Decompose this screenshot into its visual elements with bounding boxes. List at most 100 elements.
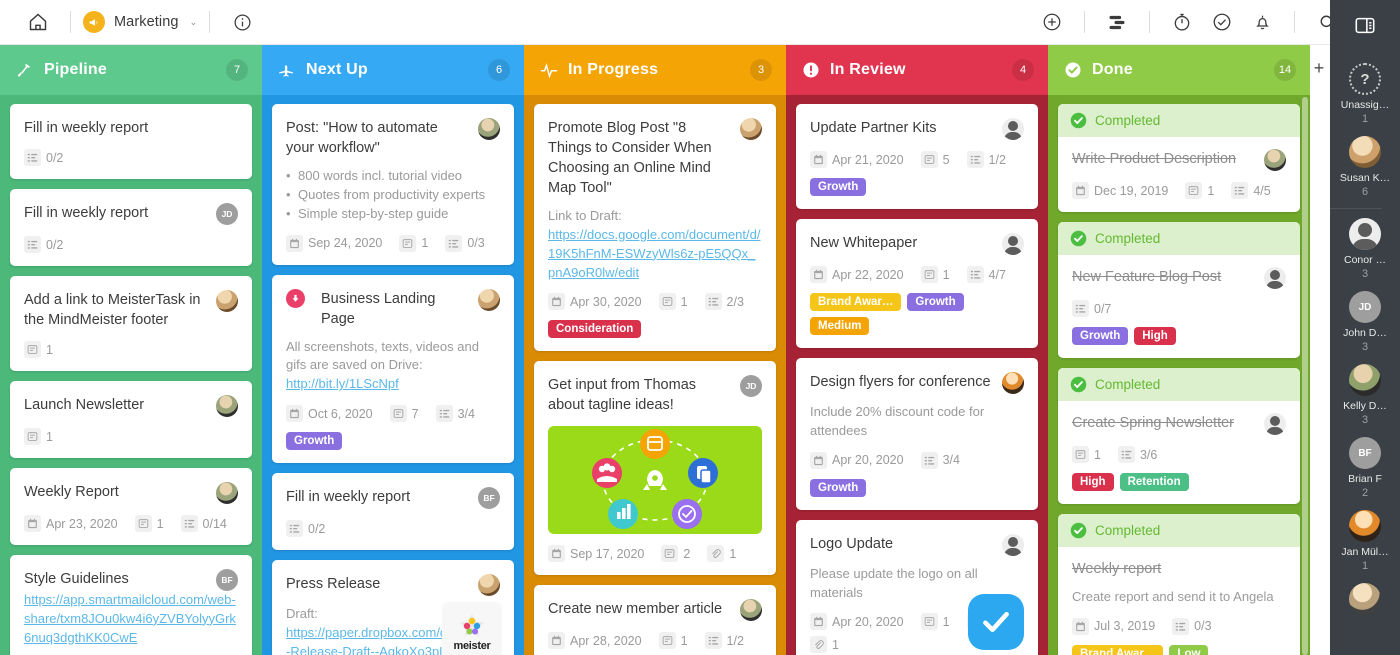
task-card[interactable]: Logo Update Please update the logo on all…: [796, 519, 1038, 655]
task-card[interactable]: Completed New Feature Blog Post 0/7 Growth H…: [1058, 222, 1300, 358]
member-avatar[interactable]: BF: [1349, 437, 1381, 469]
task-card[interactable]: Fill in weekly report 0/2: [10, 104, 252, 179]
task-card[interactable]: Weekly Report Apr 23, 2020 1 0/14: [10, 468, 252, 545]
avatar[interactable]: [1002, 118, 1024, 140]
task-card[interactable]: Fill in weekly report JD 0/2: [10, 189, 252, 266]
avatar[interactable]: [216, 395, 238, 417]
task-card[interactable]: Post: "How to automate your workflow" 800…: [272, 104, 514, 265]
card-tag[interactable]: Consideration: [548, 320, 642, 339]
avatar[interactable]: [216, 482, 238, 504]
task-card[interactable]: Design flyers for conference Include 20% …: [796, 358, 1038, 510]
card-title: Add a link to MeisterTask in the MindMei…: [24, 292, 201, 328]
avatar[interactable]: [740, 599, 762, 622]
column-header[interactable]: In Progress 3: [524, 45, 786, 95]
avatar[interactable]: [1264, 149, 1286, 171]
meister-logo-attachment[interactable]: meister: [442, 602, 502, 655]
card-tag[interactable]: Medium: [810, 317, 870, 335]
member-avatar[interactable]: [1349, 583, 1381, 615]
task-card[interactable]: Add a link to MeisterTask in the MindMei…: [10, 276, 252, 371]
filter-button[interactable]: [1097, 0, 1137, 45]
sidebar-toggle-button[interactable]: [1330, 0, 1400, 50]
card-tag[interactable]: Growth: [1072, 327, 1129, 345]
member-avatar[interactable]: [1349, 364, 1381, 396]
task-card[interactable]: Completed Create Spring Newsletter 1 3/6 Hig…: [1058, 368, 1300, 504]
avatar[interactable]: [1002, 372, 1024, 394]
chevron-down-icon[interactable]: ⌄: [190, 17, 198, 28]
task-card[interactable]: Press Release Draft: https://paper.dropbox…: [272, 560, 514, 655]
avatar[interactable]: [1002, 533, 1024, 556]
task-card[interactable]: Completed Weekly report Create report and …: [1058, 514, 1300, 655]
add-button[interactable]: [1032, 0, 1072, 45]
task-card[interactable]: Completed Write Product Description Dec 19…: [1058, 104, 1300, 212]
avatar[interactable]: [740, 118, 762, 140]
member-item[interactable]: BF Brian F 2: [1330, 430, 1400, 503]
project-selector[interactable]: Marketing ⌄: [83, 11, 197, 33]
notifications-button[interactable]: [1242, 0, 1282, 45]
card-tag[interactable]: Growth: [286, 432, 343, 451]
avatar[interactable]: [1002, 233, 1024, 255]
task-card[interactable]: Launch Newsletter 1: [10, 381, 252, 458]
column-header[interactable]: Next Up 6: [262, 45, 524, 95]
avatar[interactable]: [478, 118, 500, 140]
member-avatar[interactable]: [1349, 218, 1381, 250]
meta-value: 1: [942, 614, 950, 629]
column-header[interactable]: In Review 4: [786, 45, 1048, 95]
meta-value: 0/3: [467, 236, 485, 251]
meta-comment: 2: [661, 545, 690, 563]
member-item[interactable]: Conor … 3: [1330, 211, 1400, 284]
avatar[interactable]: BF: [216, 569, 238, 591]
checklist-icon: [704, 293, 722, 311]
column-header[interactable]: Done 14: [1048, 45, 1310, 95]
add-column-button[interactable]: +: [1308, 58, 1330, 79]
avatar[interactable]: BF: [478, 487, 500, 510]
task-card[interactable]: New Whitepaper Apr 22, 2020 1 4/7 Brand Awar…: [796, 219, 1038, 348]
card-tag[interactable]: Growth: [810, 478, 867, 497]
card-tag[interactable]: High: [1072, 473, 1114, 491]
task-card[interactable]: Promote Blog Post "8 Things to Consider …: [534, 104, 776, 352]
task-card[interactable]: Style Guidelines BF https://app.smartmailc…: [10, 555, 252, 655]
home-button[interactable]: [18, 0, 58, 45]
member-item[interactable]: Susan K… 6: [1330, 129, 1400, 202]
member-avatar[interactable]: ?: [1349, 63, 1381, 95]
member-item[interactable]: Kelly D… 3: [1330, 357, 1400, 430]
card-title: New Feature Blog Post: [1072, 269, 1222, 285]
avatar[interactable]: [216, 290, 238, 312]
column-header[interactable]: Pipeline 7: [0, 45, 262, 95]
avatar[interactable]: JD: [740, 375, 762, 398]
task-card[interactable]: Business Landing Page All screenshots, te…: [272, 274, 514, 464]
card-tag[interactable]: Low: [1169, 644, 1209, 655]
task-card[interactable]: Update Partner Kits Apr 21, 2020 5 1/2 Growt…: [796, 104, 1038, 209]
card-tag[interactable]: Growth: [810, 178, 867, 196]
task-card[interactable]: Fill in weekly report BF 0/2: [272, 473, 514, 551]
card-tag[interactable]: High: [1134, 327, 1176, 345]
avatar[interactable]: JD: [216, 203, 238, 225]
member-item[interactable]: ? Unassig… 1: [1330, 56, 1400, 129]
card-link[interactable]: https://app.smartmailcloud.com/web-share…: [24, 591, 238, 648]
avatar[interactable]: [478, 288, 500, 311]
tasks-button[interactable]: [1202, 0, 1242, 45]
card-tag[interactable]: Growth: [907, 293, 964, 311]
card-tag[interactable]: Retention: [1119, 473, 1189, 491]
column-scrollbar[interactable]: [1302, 97, 1308, 655]
card-tag[interactable]: Brand Awar…: [810, 293, 902, 311]
task-card[interactable]: Get input from Thomas about tagline idea…: [534, 361, 776, 576]
card-tag[interactable]: Brand Awar…: [1072, 644, 1164, 655]
member-item[interactable]: Jan Mül… 1: [1330, 503, 1400, 576]
info-button[interactable]: [222, 0, 262, 45]
member-avatar[interactable]: JD: [1349, 291, 1381, 323]
card-link[interactable]: http://bit.ly/1LScNpf: [286, 375, 500, 394]
member-avatar[interactable]: [1349, 510, 1381, 542]
pulse-icon: [540, 61, 562, 79]
card-link[interactable]: https://docs.google.com/document/d/19K5h…: [548, 226, 762, 283]
avatar[interactable]: [1264, 267, 1286, 289]
avatar[interactable]: [478, 574, 500, 597]
card-image-blue-check[interactable]: [968, 594, 1024, 651]
member-avatar[interactable]: [1349, 136, 1381, 168]
member-item[interactable]: [1330, 576, 1400, 619]
card-tags: Growth High: [1072, 327, 1286, 345]
member-item[interactable]: JD John D… 3: [1330, 284, 1400, 357]
card-image-mindmap[interactable]: [548, 426, 762, 535]
avatar[interactable]: [1264, 413, 1286, 435]
task-card[interactable]: Create new member article Apr 28, 2020 1 1/…: [534, 585, 776, 655]
timer-button[interactable]: [1162, 0, 1202, 45]
